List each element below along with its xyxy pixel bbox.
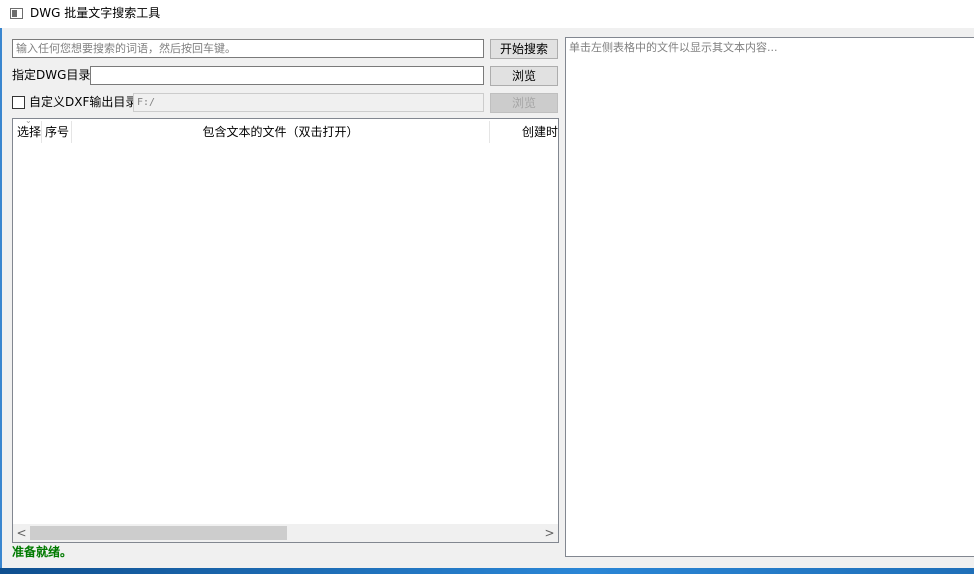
title-bar: DWG 批量文字搜索工具 bbox=[0, 0, 974, 28]
dwg-directory-label: 指定DWG目录: bbox=[12, 68, 95, 82]
results-table[interactable]: ⌄ 选择 序号 包含文本的文件（双击打开） 创建时 < > bbox=[12, 117, 559, 543]
column-separator[interactable] bbox=[489, 121, 490, 143]
dxf-output-directory-input[interactable]: F:/ bbox=[133, 93, 484, 112]
column-header-select[interactable]: 选择 bbox=[17, 119, 43, 145]
status-text: 准备就绪。 bbox=[12, 545, 73, 559]
scrollbar-thumb[interactable] bbox=[30, 526, 287, 540]
taskbar-strip bbox=[0, 568, 974, 574]
dwg-directory-input[interactable] bbox=[90, 66, 484, 85]
scroll-left-icon[interactable]: < bbox=[13, 524, 30, 542]
column-header-index[interactable]: 序号 bbox=[45, 119, 73, 145]
window-left-border bbox=[0, 28, 2, 568]
scroll-right-icon[interactable]: > bbox=[541, 524, 558, 542]
column-separator[interactable] bbox=[71, 121, 72, 143]
window-title: DWG 批量文字搜索工具 bbox=[30, 6, 161, 20]
column-header-created-time[interactable]: 创建时 bbox=[491, 119, 558, 145]
table-header: ⌄ 选择 序号 包含文本的文件（双击打开） 创建时 bbox=[13, 117, 558, 145]
preview-placeholder: 单击左侧表格中的文件以显示其文本内容... bbox=[569, 41, 778, 54]
text-preview-pane[interactable]: 单击左侧表格中的文件以显示其文本内容... bbox=[565, 37, 974, 557]
search-input[interactable]: 输入任何您想要搜索的词语，然后按回车键。 bbox=[12, 39, 484, 58]
column-header-file[interactable]: 包含文本的文件（双击打开） bbox=[73, 119, 488, 145]
custom-dxf-output-checkbox[interactable] bbox=[12, 96, 25, 109]
dxf-browse-button[interactable]: 浏览 bbox=[490, 93, 558, 113]
start-search-button[interactable]: 开始搜索 bbox=[490, 39, 558, 59]
horizontal-scrollbar[interactable]: < > bbox=[13, 524, 558, 542]
column-separator[interactable] bbox=[41, 121, 42, 143]
custom-dxf-output-label: 自定义DXF输出目录 bbox=[29, 95, 138, 109]
dwg-browse-button[interactable]: 浏览 bbox=[490, 66, 558, 86]
app-icon bbox=[10, 8, 23, 19]
